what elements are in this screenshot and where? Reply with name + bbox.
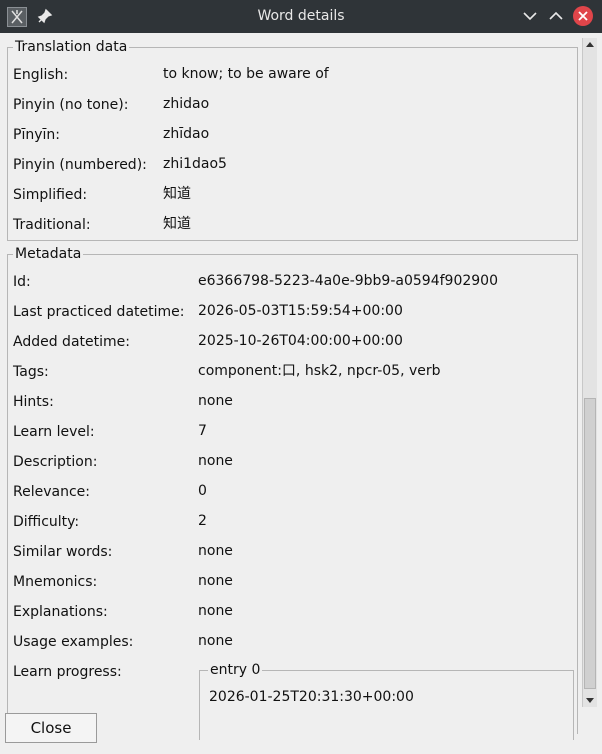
chevron-up-icon <box>549 11 563 20</box>
title-bar: Word details <box>0 0 602 33</box>
metadata-group: Metadata Id: e6366798-5223-4a0e-9bb9-a05… <box>7 246 578 740</box>
pinyin-label: Pīnyīn: <box>13 127 60 143</box>
chevron-down-icon <box>523 12 537 21</box>
scroll-down-arrow-icon[interactable] <box>583 693 597 707</box>
maximize-button[interactable] <box>546 6 566 26</box>
pinyin-numbered-label: Pinyin (numbered): <box>13 157 147 173</box>
english-value: to know; to be aware of <box>163 66 329 82</box>
scrollbar-thumb[interactable] <box>584 398 596 689</box>
pinyin-value: zhīdao <box>163 126 210 142</box>
mnemonics-label: Mnemonics: <box>13 574 98 590</box>
similar-words-value: none <box>198 543 233 559</box>
metadata-legend: Metadata <box>13 246 84 262</box>
usage-examples-value: none <box>198 633 233 649</box>
tags-label: Tags: <box>13 364 49 380</box>
scroll-up-arrow-icon[interactable] <box>583 38 597 52</box>
pinyin-numbered-value: zhi1dao5 <box>163 156 227 172</box>
entry-legend: entry 0 <box>208 662 263 678</box>
entry-datetime-value: 2026-01-25T20:31:30+00:00 <box>209 689 414 705</box>
description-value: none <box>198 453 233 469</box>
close-button[interactable]: Close <box>5 713 97 743</box>
last-practiced-label: Last practiced datetime: <box>13 304 185 320</box>
mnemonics-value: none <box>198 573 233 589</box>
description-label: Description: <box>13 454 98 470</box>
explanations-value: none <box>198 603 233 619</box>
close-window-button[interactable] <box>573 6 593 26</box>
translation-data-group: Translation data English: to know; to be… <box>7 39 578 241</box>
hints-label: Hints: <box>13 394 54 410</box>
traditional-label: Traditional: <box>13 217 91 233</box>
added-datetime-value: 2025-10-26T04:00:00+00:00 <box>198 333 403 349</box>
id-value: e6366798-5223-4a0e-9bb9-a0594f902900 <box>198 273 498 289</box>
similar-words-label: Similar words: <box>13 544 113 560</box>
relevance-label: Relevance: <box>13 484 90 500</box>
id-label: Id: <box>13 274 31 290</box>
window-title: Word details <box>257 8 345 24</box>
learn-level-label: Learn level: <box>13 424 95 440</box>
learn-progress-label: Learn progress: <box>13 664 122 680</box>
difficulty-value: 2 <box>198 513 207 529</box>
relevance-value: 0 <box>198 483 207 499</box>
usage-examples-label: Usage examples: <box>13 634 134 650</box>
close-icon <box>573 6 593 26</box>
simplified-label: Simplified: <box>13 187 88 203</box>
tags-value: component:口, hsk2, npcr-05, verb <box>198 363 441 379</box>
english-label: English: <box>13 67 69 83</box>
explanations-label: Explanations: <box>13 604 108 620</box>
simplified-value: 知道 <box>163 186 191 202</box>
window-content: Translation data English: to know; to be… <box>0 33 602 754</box>
learn-progress-entry-group: entry 0 2026-01-25T20:31:30+00:00 <box>199 662 574 740</box>
translation-data-legend: Translation data <box>13 39 130 55</box>
minimize-button[interactable] <box>520 6 540 26</box>
learn-level-value: 7 <box>198 423 207 439</box>
pinyin-no-tone-label: Pinyin (no tone): <box>13 97 129 113</box>
traditional-value: 知道 <box>163 216 191 232</box>
last-practiced-value: 2026-05-03T15:59:54+00:00 <box>198 303 403 319</box>
pinyin-no-tone-value: zhidao <box>163 96 210 112</box>
vertical-scrollbar[interactable] <box>582 38 597 707</box>
difficulty-label: Difficulty: <box>13 514 80 530</box>
hints-value: none <box>198 393 233 409</box>
added-datetime-label: Added datetime: <box>13 334 130 350</box>
